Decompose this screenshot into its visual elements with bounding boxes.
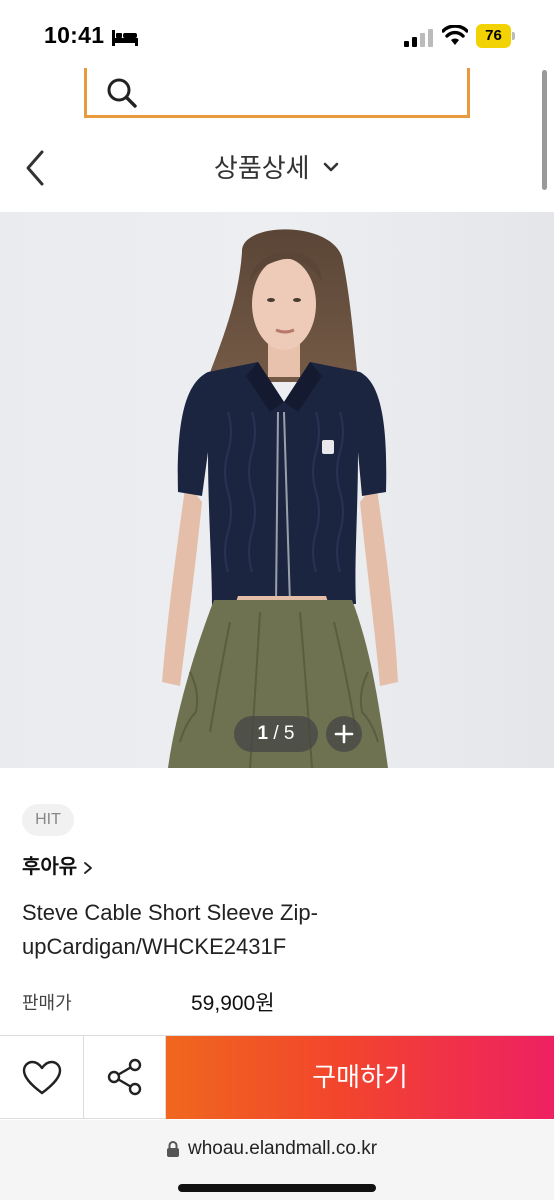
chevron-right-icon [84,861,93,874]
status-bar: 10:41 76 [0,0,554,66]
page-header: 상품상세 [0,130,554,210]
image-counter-separator: / [268,723,284,744]
product-image-carousel[interactable]: 1 / 5 [0,212,554,768]
hit-badge: HIT [22,804,74,836]
price-label: 판매가 [22,993,72,1013]
price-value: 59,900원 [191,992,275,1015]
plus-icon [334,724,354,744]
battery-icon: 76 [476,24,516,48]
brand-name: 후아유 [22,856,78,878]
wishlist-button[interactable] [0,1036,84,1119]
lock-icon [167,1141,179,1157]
page-title: 상품상세 [213,153,310,183]
status-time: 10:41 [44,22,105,48]
battery-level: 76 [485,27,502,44]
zoom-image-button[interactable] [326,716,362,752]
share-button[interactable] [84,1036,166,1119]
scroll-indicator [542,70,547,190]
page-title-dropdown[interactable]: 상품상세 [0,148,554,185]
home-indicator[interactable] [178,1184,376,1192]
brand-link[interactable]: 후아유 [22,850,93,880]
signal-icon [404,29,433,47]
product-name: Steve Cable Short Sleeve Zip-upCardigan/… [22,900,318,959]
bed-icon [112,30,138,46]
search-bar[interactable] [84,68,470,118]
purchase-action-bar: 구매하기 [0,1035,554,1119]
share-icon [107,1058,142,1096]
wifi-icon [442,25,468,45]
chevron-down-icon [323,162,339,171]
image-counter-current: 1 [257,723,269,744]
search-input[interactable] [147,76,447,108]
heart-icon [22,1060,62,1095]
buy-button[interactable]: 구매하기 [166,1036,554,1119]
product-photo [162,229,398,768]
search-icon[interactable] [105,76,139,110]
url-text: whoau.elandmall.co.kr [188,1138,378,1159]
image-counter: 1 / 5 [234,716,318,752]
image-counter-total: 5 [283,723,295,744]
